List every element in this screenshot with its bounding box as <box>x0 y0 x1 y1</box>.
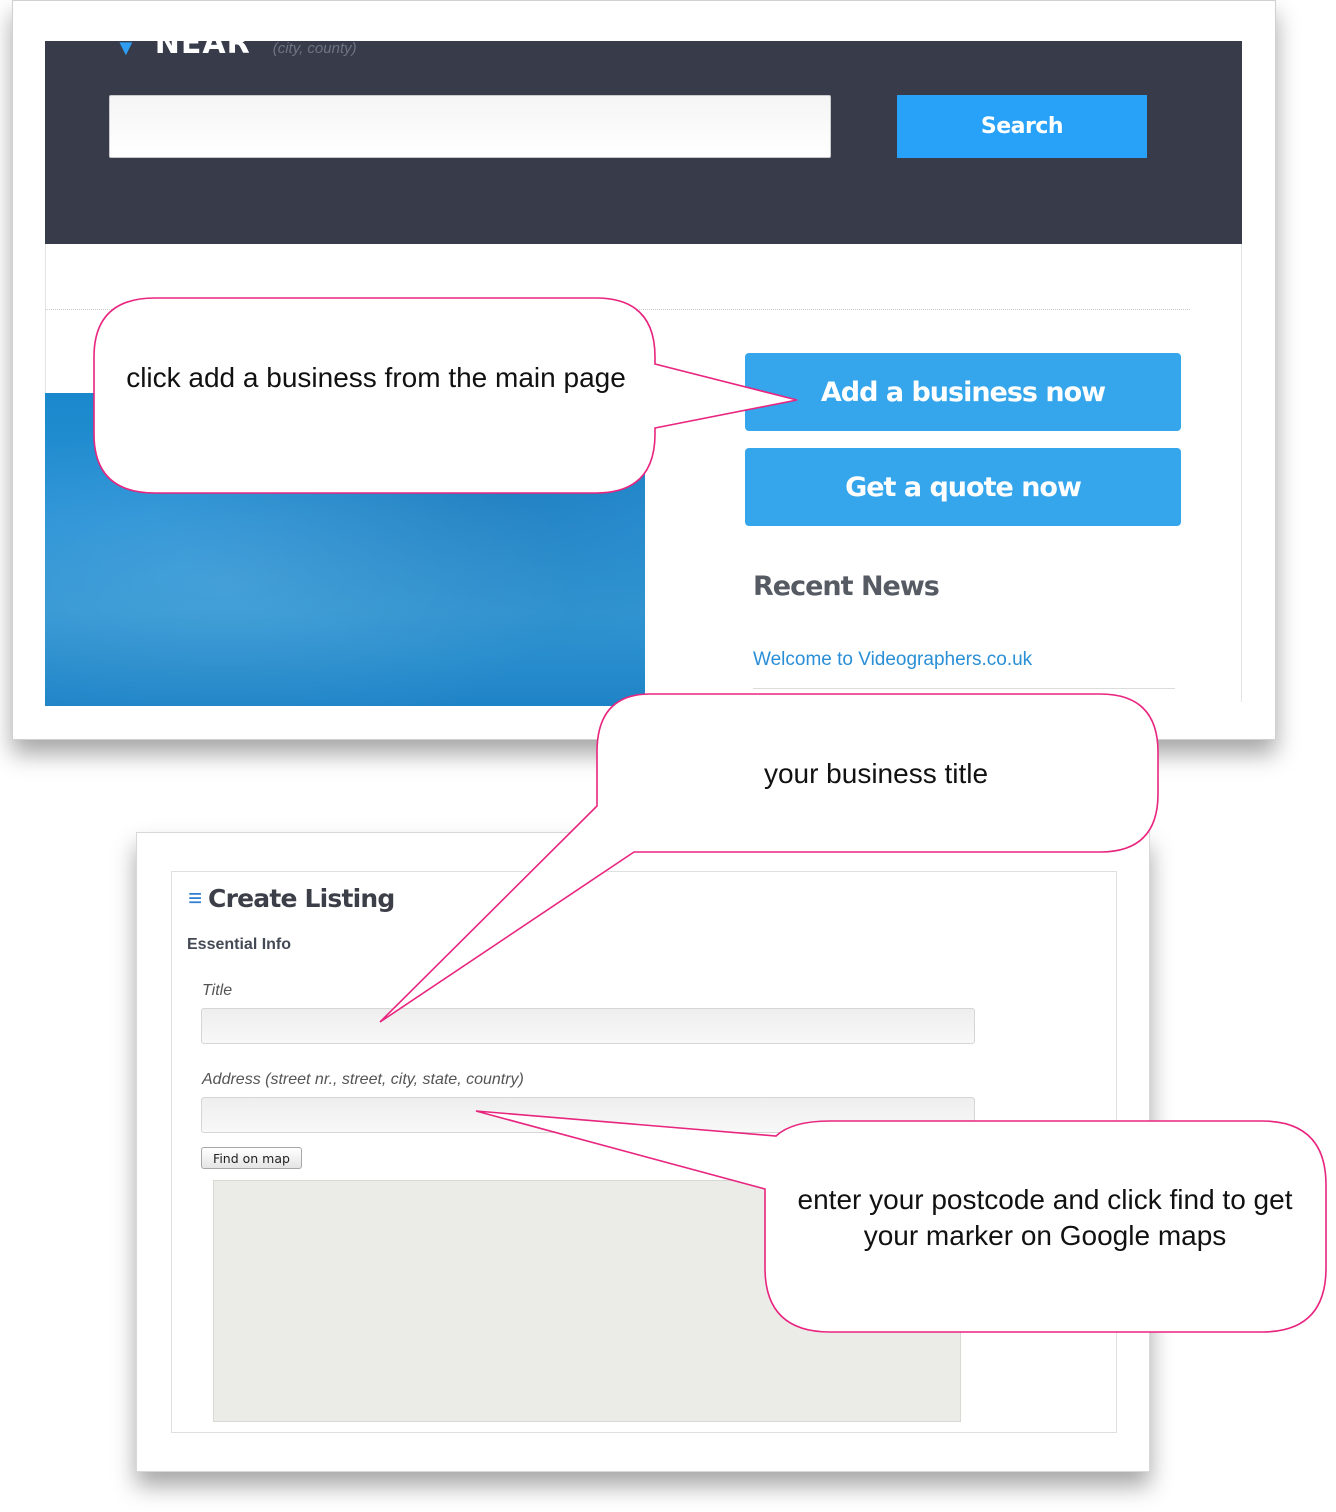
find-on-map-button[interactable]: Find on map <box>201 1147 302 1169</box>
near-row: ▼ NEAR (city, county) <box>115 41 357 59</box>
news-divider <box>753 688 1175 689</box>
add-business-button[interactable]: Add a business now <box>745 353 1181 431</box>
recent-news-heading: Recent News <box>753 571 940 602</box>
get-quote-button[interactable]: Get a quote now <box>745 448 1181 526</box>
title-label: Title <box>202 982 233 999</box>
hero-image <box>45 393 645 706</box>
content-border-left <box>45 244 46 394</box>
create-listing-screenshot: ≡ Create Listing Essential Info Title Ad… <box>136 832 1150 1472</box>
section-label: Essential Info <box>187 936 292 953</box>
dotted-divider <box>45 309 1190 310</box>
content-border-right <box>1241 244 1242 702</box>
callout-text-business-title: your business title <box>763 758 989 789</box>
listing-header: ≡ Create Listing <box>188 884 395 913</box>
search-button[interactable]: Search <box>897 95 1147 158</box>
news-link[interactable]: Welcome to Videographers.co.uk <box>753 649 1032 671</box>
near-hint: (city, county) <box>272 41 357 57</box>
near-label: NEAR <box>154 41 251 61</box>
menu-lines-icon: ≡ <box>188 884 203 912</box>
address-input[interactable] <box>201 1097 975 1133</box>
location-pin-icon: ▼ <box>115 41 137 60</box>
callout-text-add-business: click add a business from the main page <box>126 362 626 393</box>
header-bar: ▼ NEAR (city, county) Search <box>45 41 1242 244</box>
page-title: Create Listing <box>208 884 395 913</box>
search-input[interactable] <box>109 95 831 158</box>
callout-text-postcode: enter your postcode and click find to ge… <box>797 1184 1293 1252</box>
title-input[interactable] <box>201 1008 975 1044</box>
create-listing-panel: ≡ Create Listing Essential Info Title Ad… <box>171 871 1117 1433</box>
address-label: Address (street nr., street, city, state… <box>202 1071 524 1088</box>
